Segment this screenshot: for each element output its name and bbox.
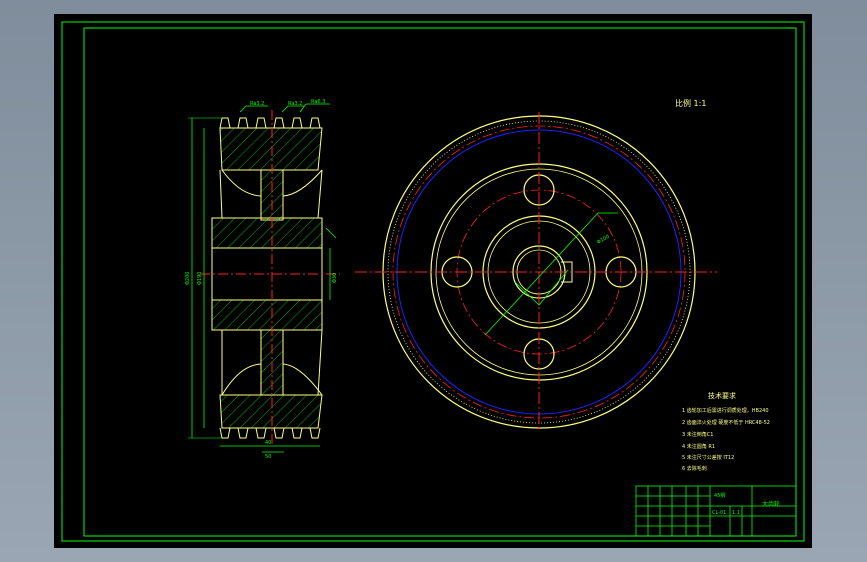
dim-top-2: Ra3.2: [288, 101, 302, 107]
drawing-canvas[interactable]: Ra3.2 Ra3.2 Ra6.3 Φ200 Φ190 40 50 Φ30 Φ1…: [0, 0, 867, 562]
tech-item: 4 未注圆角 R1: [682, 443, 715, 450]
dim-top-1: Ra3.2: [250, 101, 264, 107]
tech-item: 2 齿面淬火处理 硬度不低于 HRC48-52: [682, 419, 770, 426]
bottom-rim: [219, 394, 323, 429]
dim-bottom-1: 40: [265, 440, 271, 446]
scale-note: 比例 1:1: [675, 98, 706, 108]
scale: 1:1: [732, 510, 740, 516]
dim-bottom-2: 50: [265, 454, 271, 460]
material: 45钢: [714, 492, 725, 499]
hub-upper: [211, 217, 323, 249]
drawing-no: CL-01: [712, 510, 726, 516]
cad-viewport: Ra3.2 Ra3.2 Ra6.3 Φ200 Φ190 40 50 Φ30 Φ1…: [0, 0, 867, 562]
tech-item: 3 未注倒角C1: [682, 431, 713, 438]
hub-lower: [211, 299, 323, 331]
top-rim: [219, 127, 323, 171]
dim-top-3: Ra6.3: [311, 99, 325, 105]
dim-right-1: Φ30: [332, 273, 338, 283]
tech-item: 6 去除毛刺: [682, 465, 707, 472]
dim-left-2: Φ190: [197, 272, 203, 285]
tech-title: 技术要求: [708, 391, 736, 400]
tech-item: 1 齿轮加工后需进行调质处理，HB240: [682, 407, 769, 414]
dim-left-1: Φ200: [185, 272, 191, 285]
tech-item: 5 未注尺寸公差按 IT12: [682, 454, 734, 461]
part-name: 大齿轮: [762, 500, 780, 508]
